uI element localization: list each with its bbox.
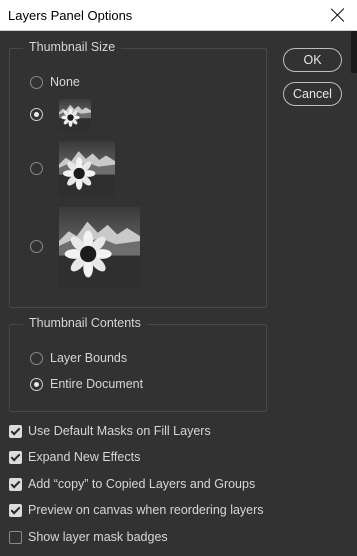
thumbnail-size-none-option[interactable]: None [30, 75, 80, 89]
mask-badges-label: Show layer mask badges [28, 530, 168, 544]
entire-document-option[interactable]: Entire Document [30, 377, 143, 391]
thumbnail-preview-medium [59, 141, 115, 197]
close-icon[interactable] [329, 6, 347, 24]
checkbox-row-add-copy[interactable]: Add “copy” to Copied Layers and Groups [9, 477, 255, 491]
ok-button[interactable]: OK [283, 48, 342, 72]
thumbnail-size-large-option[interactable] [30, 240, 43, 253]
window-edge [351, 31, 357, 73]
checkbox-preview-reorder[interactable] [9, 503, 22, 517]
radio-large[interactable] [30, 240, 43, 253]
radio-entire-document[interactable] [30, 377, 43, 391]
cancel-button[interactable]: Cancel [283, 82, 342, 106]
checkbox-row-preview-reorder[interactable]: Preview on canvas when reordering layers [9, 503, 264, 517]
checkbox-add-copy[interactable] [9, 477, 22, 491]
radio-small[interactable] [30, 108, 43, 121]
window-title: Layers Panel Options [8, 8, 133, 23]
layer-bounds-label: Layer Bounds [50, 351, 128, 365]
radio-none-label: None [50, 75, 80, 89]
add-copy-label: Add “copy” to Copied Layers and Groups [28, 477, 256, 491]
radio-medium[interactable] [30, 162, 43, 175]
title-bar: Layers Panel Options [0, 0, 357, 31]
thumbnail-size-small-option[interactable] [30, 108, 43, 121]
checkbox-row-expand-effects[interactable]: Expand New Effects [9, 450, 140, 464]
thumbnail-size-legend: Thumbnail Size [23, 40, 122, 54]
radio-none[interactable] [30, 75, 43, 89]
expand-effects-label: Expand New Effects [28, 450, 141, 464]
thumbnail-contents-group: Thumbnail Contents [9, 316, 267, 412]
thumbnail-contents-legend: Thumbnail Contents [23, 316, 147, 330]
checkbox-expand-effects[interactable] [9, 450, 22, 464]
layer-bounds-option[interactable]: Layer Bounds [30, 351, 127, 365]
checkbox-default-masks[interactable] [9, 424, 22, 438]
radio-layer-bounds[interactable] [30, 351, 43, 365]
thumbnail-preview-small [59, 99, 91, 131]
checkbox-row-default-masks[interactable]: Use Default Masks on Fill Layers [9, 424, 211, 438]
thumbnail-preview-large [59, 207, 140, 288]
checkbox-row-mask-badges[interactable]: Show layer mask badges [9, 530, 168, 544]
default-masks-label: Use Default Masks on Fill Layers [28, 424, 211, 438]
thumbnail-size-medium-option[interactable] [30, 162, 43, 175]
preview-reorder-label: Preview on canvas when reordering layers [28, 503, 264, 517]
checkbox-mask-badges[interactable] [9, 530, 22, 544]
entire-document-label: Entire Document [50, 377, 144, 391]
